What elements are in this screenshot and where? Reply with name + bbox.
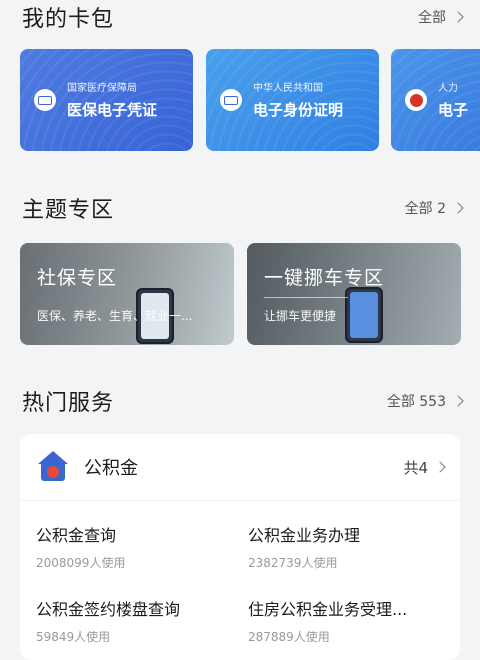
theme-zone-view-all[interactable]: 全部 2 <box>404 198 464 218</box>
service-category-name: 公积金 <box>84 458 138 479</box>
card-wallet-header: 我的卡包 全部 <box>22 2 464 32</box>
theme-move-car[interactable]: 一键挪车专区 让挪车更便捷 <box>247 243 461 345</box>
social-security-emblem-icon <box>405 89 427 111</box>
housing-fund-card: 公积金 共4 公积金查询 2008099人使用 公积金业务办理 2382739人… <box>20 434 460 660</box>
theme-subtitle: 医保、养老、生育、就业一... <box>37 309 193 323</box>
theme-zone-header: 主题专区 全部 2 <box>22 193 464 223</box>
hot-services-view-all-label: 全部 553 <box>386 394 446 410</box>
service-count-label: 共4 <box>403 458 428 477</box>
service-item[interactable]: 公积金业务办理 2382739人使用 <box>248 522 360 571</box>
theme-zone-title: 主题专区 <box>22 198 115 223</box>
theme-zone-view-all-label: 全部 2 <box>404 201 446 217</box>
card-wallet-title: 我的卡包 <box>22 7 115 32</box>
card-medical-insurance[interactable]: 国家医疗保障局 医保电子凭证 <box>20 49 193 151</box>
service-item[interactable]: 公积金查询 2008099人使用 <box>36 522 125 571</box>
theme-subtitle: 让挪车更便捷 <box>264 309 337 323</box>
card-carousel[interactable]: 国家医疗保障局 医保电子凭证 中华人民共和国 电子身份证明 人力 电子 <box>20 49 480 151</box>
theme-image-overlay <box>20 243 234 345</box>
service-item-title: 公积金签约楼盘查询 <box>36 600 181 619</box>
house-fund-icon <box>36 451 70 483</box>
card-issuer: 中华人民共和国 <box>253 83 323 94</box>
theme-social-security[interactable]: 社保专区 医保、养老、生育、就业一... <box>20 243 234 345</box>
chevron-right-icon <box>452 395 464 407</box>
card-electronic-id[interactable]: 中华人民共和国 电子身份证明 <box>206 49 379 151</box>
theme-divider <box>264 297 348 298</box>
service-item-usage: 2008099人使用 <box>36 556 126 570</box>
chevron-right-icon <box>452 202 464 214</box>
service-item-title: 公积金业务办理 <box>248 526 361 545</box>
service-item-usage: 2382739人使用 <box>248 556 338 570</box>
theme-title: 社保专区 <box>37 267 118 289</box>
chevron-right-icon <box>452 11 464 23</box>
chevron-right-icon <box>434 461 446 473</box>
service-count[interactable]: 共4 <box>403 457 446 478</box>
card-issuer: 人力 <box>438 83 458 94</box>
service-item-usage: 59849人使用 <box>36 630 111 644</box>
hot-services-view-all[interactable]: 全部 553 <box>386 391 464 411</box>
service-item[interactable]: 住房公积金业务受理... 287889人使用 <box>248 596 407 645</box>
theme-title: 一键挪车专区 <box>264 267 385 289</box>
service-item-title: 公积金查询 <box>36 526 117 545</box>
service-item-usage: 287889人使用 <box>248 630 330 644</box>
card-issuer: 国家医疗保障局 <box>67 83 137 94</box>
phone-illustration <box>345 287 383 343</box>
card-name: 电子 <box>438 101 469 119</box>
card-social-security[interactable]: 人力 电子 <box>391 49 480 151</box>
service-item[interactable]: 公积金签约楼盘查询 59849人使用 <box>36 596 180 645</box>
medical-insurance-icon <box>34 89 56 111</box>
hot-services-header: 热门服务 全部 553 <box>22 386 464 416</box>
divider <box>20 500 460 501</box>
hot-services-title: 热门服务 <box>22 391 115 416</box>
id-card-icon <box>220 89 242 111</box>
service-item-title: 住房公积金业务受理... <box>248 600 408 619</box>
card-name: 电子身份证明 <box>253 101 344 119</box>
card-name: 医保电子凭证 <box>67 101 158 119</box>
card-wallet-view-all[interactable]: 全部 <box>418 7 464 27</box>
housing-fund-header[interactable]: 公积金 共4 <box>36 450 446 484</box>
card-wallet-view-all-label: 全部 <box>418 10 446 26</box>
